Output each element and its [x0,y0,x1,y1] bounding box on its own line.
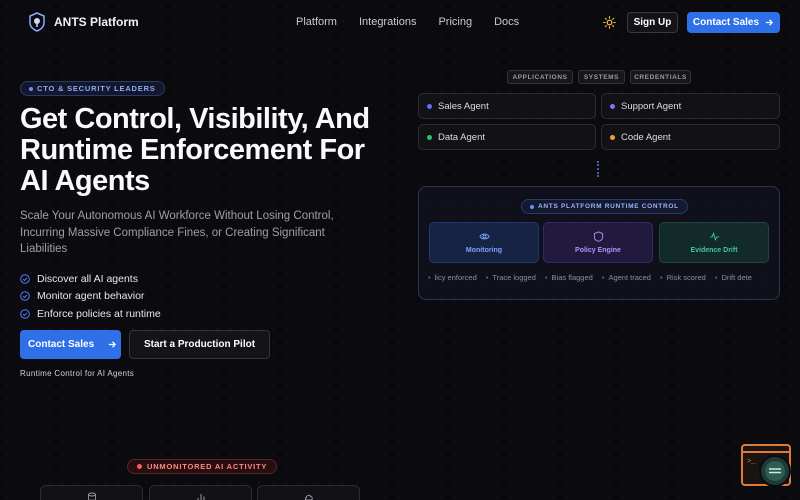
hero-subtitle: Scale Your Autonomous AI Workforce Witho… [20,210,334,255]
chip-systems: SYSTEMS [578,70,625,84]
agent-label: Support Agent [621,100,682,112]
tile-policy-engine: Policy Engine [543,222,653,263]
check-circle-icon [20,273,30,284]
ticker-item: Bias flagged [545,273,593,282]
runtime-control-title: ANTS PLATFORM RUNTIME CONTROL [538,203,679,210]
activity-card [40,485,143,500]
nav-link-pricing[interactable]: Pricing [438,16,472,28]
ticker-item: Risk scored [660,273,706,282]
audience-badge-label: CTO & SECURITY LEADERS [37,84,156,93]
tile-monitoring: Monitoring [429,222,539,263]
main-nav: Platform Integrations Pricing Docs [296,16,519,28]
database-icon [87,492,96,500]
feature-item: Discover all AI agents [20,270,161,288]
check-circle-icon [20,291,30,302]
signup-button-label: Sign Up [633,17,672,28]
tile-evidence-drift: Evidence Drift [659,222,769,263]
start-pilot-label: Start a Production Pilot [143,339,256,350]
theme-toggle-sun-icon[interactable] [603,16,616,29]
hero-contact-sales-button[interactable]: Contact Sales [20,330,121,359]
feature-checklist: Discover all AI agents Monitor agent beh… [20,270,161,323]
chip-label: SYSTEMS [583,73,620,81]
chip-applications: APPLICATIONS [507,70,573,84]
feature-item-label: Monitor agent behavior [37,290,145,303]
check-circle-icon [20,308,30,319]
agent-dot [427,134,432,140]
bar-chart-icon [197,494,204,500]
tile-label: Monitoring [465,247,503,254]
tile-label: Evidence Drift [690,247,738,254]
signup-button[interactable]: Sign Up [627,12,678,33]
start-pilot-button[interactable]: Start a Production Pilot [129,330,270,359]
activity-card [257,485,360,500]
alert-dot [137,464,142,469]
badge-dot [29,86,33,91]
eye-icon [478,233,490,240]
chip-label: APPLICATIONS [512,73,568,81]
nav-contact-sales-label: Contact Sales [692,17,760,28]
chip-label: CREDENTIALS [634,73,687,81]
arrow-right-icon [109,341,117,348]
unmonitored-activity-label: UNMONITORED AI ACTIVITY [147,462,268,471]
brand-name: ANTS Platform [54,15,139,29]
ticker-item: licy enforced [428,273,477,282]
ticker-item: Drift dete [715,273,751,282]
ticker-item: Agent traced [602,273,651,282]
agent-card-sales: Sales Agent [418,93,596,119]
ant-shield-icon [29,12,45,32]
chip-credentials: CREDENTIALS [630,70,691,84]
nav-link-integrations[interactable]: Integrations [359,16,416,28]
agent-card-support: Support Agent [601,93,780,119]
feature-item: Enforce policies at runtime [20,305,161,323]
nav-contact-sales-button[interactable]: Contact Sales [687,12,780,33]
nav-link-docs[interactable]: Docs [494,16,519,28]
hero-contact-sales-label: Contact Sales [28,339,95,350]
activity-pulse-icon [709,231,719,241]
chat-launcher-button[interactable] [759,455,791,487]
agent-dot [427,103,432,109]
feature-item-label: Discover all AI agents [37,272,138,285]
badge-dot [530,204,534,209]
ticker-item: Trace logged [486,273,536,282]
agent-dot [610,103,615,109]
nav-link-platform[interactable]: Platform [296,16,337,28]
shield-icon [593,231,603,242]
feature-item-label: Enforce policies at runtime [37,307,161,320]
runtime-control-badge: ANTS PLATFORM RUNTIME CONTROL [521,199,688,214]
event-ticker: licy enforced Trace logged Bias flagged … [428,273,768,282]
feature-item: Monitor agent behavior [20,288,161,306]
agent-card-data: Data Agent [418,124,596,150]
arrow-right-icon [765,19,774,26]
agent-label: Code Agent [621,131,671,143]
activity-card [149,485,252,500]
flow-connector [597,161,599,177]
tile-label: Policy Engine [575,247,621,254]
hero-caption: Runtime Control for AI Agents [20,369,135,378]
agent-card-code: Code Agent [601,124,780,150]
hero-title: Get Control, Visibility, And Runtime Enf… [20,103,370,197]
audience-badge: CTO & SECURITY LEADERS [20,81,165,96]
chat-bubble-icon [765,461,785,481]
cloud-icon [304,494,313,500]
terminal-prompt: >_ [747,458,756,466]
unmonitored-activity-badge: UNMONITORED AI ACTIVITY [127,459,278,474]
agent-label: Sales Agent [438,100,489,112]
agent-dot [610,134,615,140]
brand-logo[interactable]: ANTS Platform [28,12,139,32]
terminal-titlebar [743,446,789,453]
agent-label: Data Agent [438,131,486,143]
